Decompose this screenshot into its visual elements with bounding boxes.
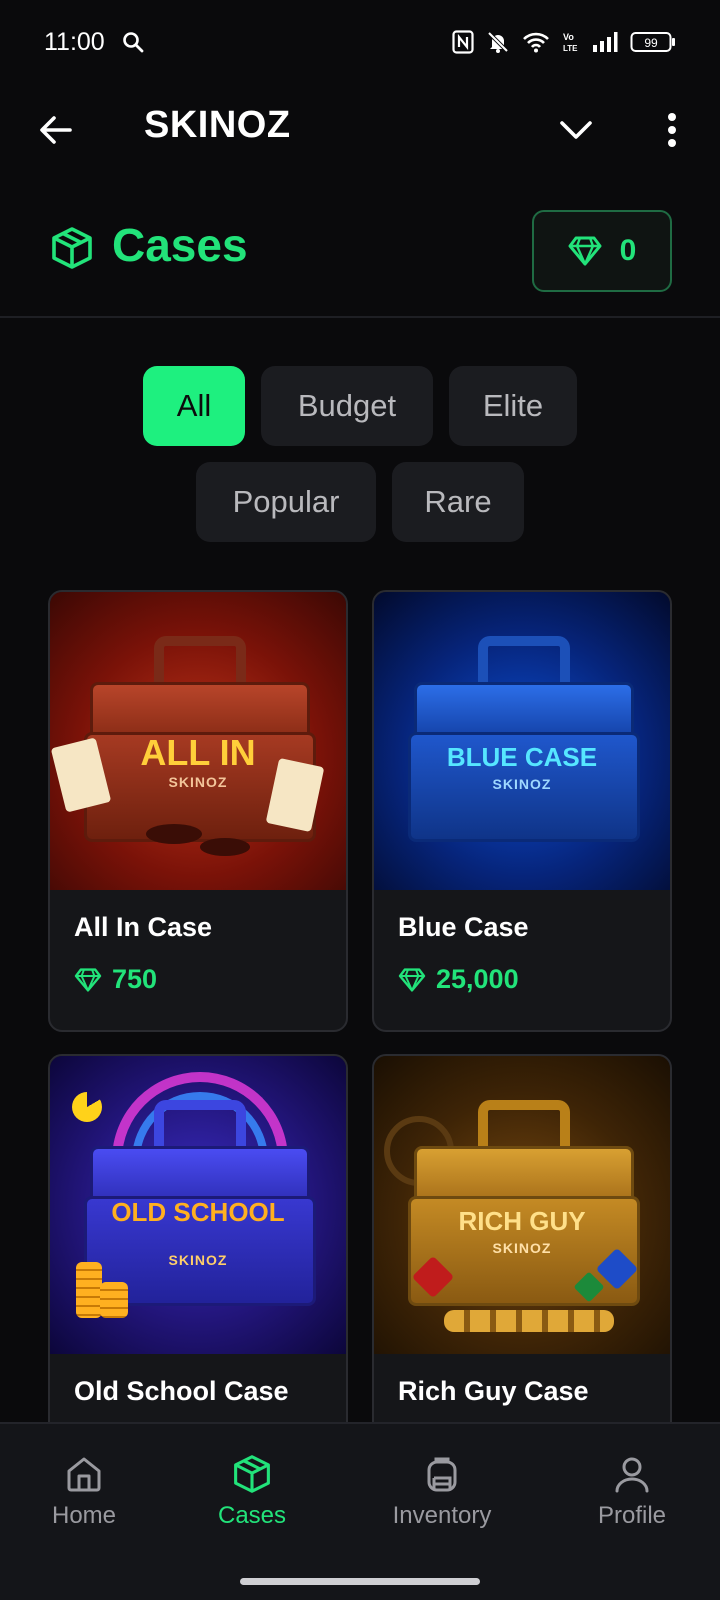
case-image: RICH GUY SKINOZ <box>374 1056 670 1354</box>
page-title: Cases <box>112 219 248 271</box>
balance-value: 0 <box>619 234 637 267</box>
more-options-button[interactable] <box>650 108 694 152</box>
case-name: Blue Case <box>398 912 529 942</box>
wifi-icon <box>523 32 549 53</box>
case-name: All In Case <box>74 912 213 942</box>
volte-icon: Vo LTE <box>563 32 578 53</box>
filter-chip-popular[interactable]: Popular <box>196 462 376 542</box>
signal-icon <box>593 32 618 52</box>
diamond-icon <box>398 967 426 992</box>
more-vertical-icon <box>668 113 676 147</box>
app-bar: SKINOZ <box>0 84 720 174</box>
search-icon <box>122 32 144 53</box>
chevron-down-icon <box>560 121 592 139</box>
nav-label: Profile <box>597 1502 667 1529</box>
filter-chip-all[interactable]: All <box>143 366 245 446</box>
diamond-icon <box>568 236 602 266</box>
nav-item-profile[interactable]: Profile <box>562 1454 702 1530</box>
case-price-value: 25,000 <box>436 964 519 994</box>
filter-chip-elite[interactable]: Elite <box>449 366 577 446</box>
app-title: SKINOZ <box>144 104 291 146</box>
nav-item-inventory[interactable]: Inventory <box>372 1454 512 1530</box>
nav-item-cases[interactable]: Cases <box>182 1454 322 1530</box>
backpack-icon <box>427 1457 457 1492</box>
case-image: BLUE CASE SKINOZ <box>374 592 670 890</box>
case-price: 25,000 <box>398 964 519 995</box>
home-icon <box>67 1457 101 1492</box>
arrow-left-icon <box>40 116 72 144</box>
status-bar: 11:00 Vo LTE 99 <box>0 0 720 84</box>
bottom-nav: Home Cases Inventory Profile <box>0 1422 720 1600</box>
nav-label: Cases <box>217 1502 287 1529</box>
case-image: ALL IN SKINOZ <box>50 592 346 890</box>
user-icon <box>615 1457 649 1493</box>
case-card-blue[interactable]: BLUE CASE SKINOZ Blue Case 25,000 <box>372 590 672 1032</box>
back-button[interactable] <box>34 108 78 152</box>
case-art-brand: SKINOZ <box>492 776 552 792</box>
case-name: Rich Guy Case <box>398 1376 589 1406</box>
case-art-title: OLD SCHOOL <box>111 1197 285 1227</box>
case-card-all-in[interactable]: ALL IN SKINOZ All In Case 750 <box>48 590 348 1032</box>
nav-item-home[interactable]: Home <box>14 1454 154 1530</box>
dropdown-button[interactable] <box>554 108 598 152</box>
cube-icon <box>234 1455 270 1493</box>
case-art-title: BLUE CASE <box>446 742 598 772</box>
case-art-title: RICH GUY <box>458 1206 586 1236</box>
cube-icon <box>52 227 92 269</box>
case-price-value: 750 <box>112 964 158 994</box>
filter-chip-rare[interactable]: Rare <box>392 462 524 542</box>
nav-label: Home <box>51 1502 117 1529</box>
nfc-icon <box>452 30 474 54</box>
case-image: OLD SCHOOL SKINOZ <box>50 1056 346 1354</box>
case-price: 750 <box>74 964 157 995</box>
balance-button[interactable]: 0 <box>532 210 672 292</box>
status-time: 11:00 <box>44 27 105 56</box>
mute-bell-icon <box>487 31 509 53</box>
svg-text:99: 99 <box>644 36 658 50</box>
nav-label: Inventory <box>392 1502 492 1529</box>
battery-icon: 99 <box>630 32 675 52</box>
svg-text:LTE: LTE <box>563 44 578 53</box>
filter-chips: All Budget Elite Popular Rare <box>0 366 720 558</box>
home-indicator[interactable] <box>240 1578 480 1585</box>
case-art-brand: SKINOZ <box>492 1240 552 1256</box>
filter-chip-budget[interactable]: Budget <box>261 366 433 446</box>
case-name: Old School Case <box>74 1376 289 1406</box>
diamond-icon <box>74 967 102 992</box>
svg-text:Vo: Vo <box>563 32 574 42</box>
page-header: Cases 0 <box>0 200 720 318</box>
